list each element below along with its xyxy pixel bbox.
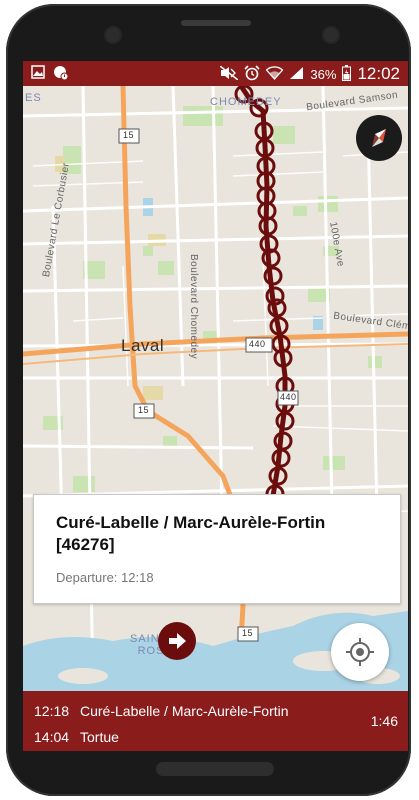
wifi-icon (266, 65, 284, 83)
trip-summary-bar[interactable]: 12:18 Curé-Labelle / Marc-Aurèle-Fortin 1… (23, 691, 408, 751)
trip-row-time: 14:04 (34, 729, 70, 745)
image-icon (31, 65, 45, 86)
battery-icon (342, 64, 352, 84)
signal-icon (289, 66, 304, 83)
status-time: 12:02 (357, 64, 400, 83)
trip-row-departure: 12:18 Curé-Labelle / Marc-Aurèle-Fortin (34, 701, 289, 721)
arrow-right-icon (169, 633, 186, 649)
trip-row-stop: Tortue (80, 729, 119, 745)
trip-row-arrival: 14:04 Tortue (34, 727, 119, 747)
shield-440-b: 440 (280, 392, 297, 402)
trip-duration: 1:46 (370, 713, 398, 729)
front-sensor (324, 28, 338, 42)
status-bar: 36% 12:02 (23, 61, 408, 86)
stop-departure: Departure: 12:18 (56, 570, 154, 585)
shield-15-mid: 15 (138, 405, 150, 415)
trip-row-time: 12:18 (34, 703, 70, 719)
app-screen: 36% 12:02 CHOMEDEY ES Boulevard Samson B… (23, 61, 408, 751)
stop-title: Curé-Labelle / Marc-Aurèle-Fortin [46276… (56, 513, 326, 554)
shield-15-top: 15 (123, 130, 135, 140)
shield-15-bottom: 15 (242, 628, 254, 638)
my-location-button[interactable] (331, 623, 389, 681)
crosshair-icon (346, 638, 374, 666)
battery-percent: 36% (310, 66, 337, 82)
compass-button[interactable] (356, 115, 402, 161)
destination-marker[interactable] (158, 622, 196, 660)
bottom-speaker (156, 762, 274, 776)
front-camera (106, 28, 120, 42)
earpiece-speaker (181, 20, 251, 26)
shield-440: 440 (249, 339, 266, 349)
map-label-es: ES (25, 92, 42, 104)
alarm-icon (244, 64, 260, 84)
phone-frame: 36% 12:02 CHOMEDEY ES Boulevard Samson B… (6, 4, 411, 796)
app-notification-icon (53, 65, 69, 86)
map-label-chomedey: CHOMEDEY (210, 96, 282, 108)
trip-row-stop: Curé-Labelle / Marc-Aurèle-Fortin (80, 703, 289, 719)
mute-icon (219, 64, 239, 83)
stop-info-card[interactable]: Curé-Labelle / Marc-Aurèle-Fortin [46276… (33, 494, 401, 604)
map-label-laval: Laval (121, 336, 165, 355)
compass-icon (372, 129, 386, 147)
map-label-chomedey-blvd: Boulevard Chomedey (188, 254, 199, 360)
